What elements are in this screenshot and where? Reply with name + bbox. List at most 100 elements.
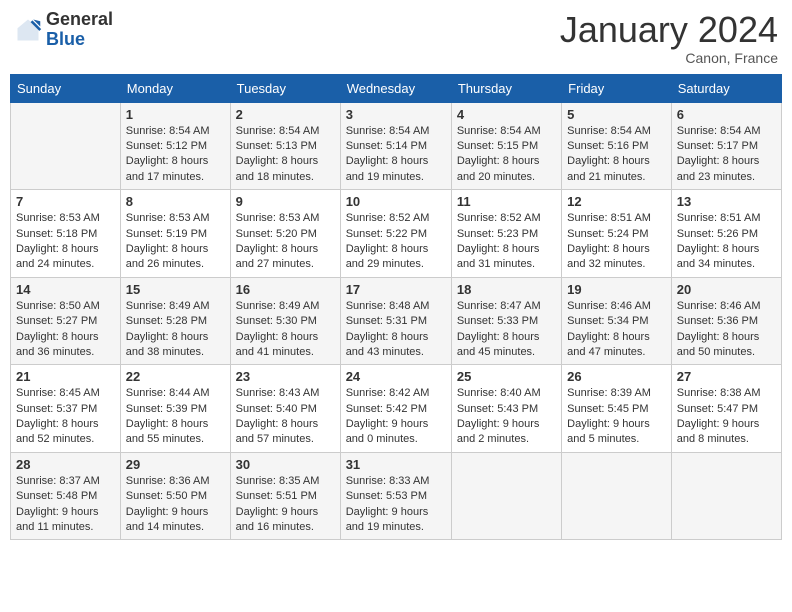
calendar-cell: 10 Sunrise: 8:52 AM Sunset: 5:22 PM Dayli…: [340, 190, 451, 278]
day-number: 22: [126, 369, 225, 384]
cell-content: Sunrise: 8:54 AM Sunset: 5:16 PM Dayligh…: [567, 124, 666, 186]
header-day-monday: Monday: [120, 74, 230, 102]
day-number: 3: [346, 107, 446, 122]
logo-text: General Blue: [46, 10, 113, 50]
cell-content: Sunrise: 8:50 AM Sunset: 5:27 PM Dayligh…: [16, 299, 115, 361]
cell-content: Sunrise: 8:54 AM Sunset: 5:17 PM Dayligh…: [677, 124, 776, 186]
day-number: 7: [16, 194, 115, 209]
day-number: 17: [346, 282, 446, 297]
header-row: SundayMondayTuesdayWednesdayThursdayFrid…: [11, 74, 782, 102]
calendar-cell: 12 Sunrise: 8:51 AM Sunset: 5:24 PM Dayli…: [562, 190, 672, 278]
cell-content: Sunrise: 8:38 AM Sunset: 5:47 PM Dayligh…: [677, 386, 776, 448]
cell-content: Sunrise: 8:44 AM Sunset: 5:39 PM Dayligh…: [126, 386, 225, 448]
day-number: 8: [126, 194, 225, 209]
calendar-cell: 3 Sunrise: 8:54 AM Sunset: 5:14 PM Daylig…: [340, 102, 451, 190]
week-row-5: 28 Sunrise: 8:37 AM Sunset: 5:48 PM Dayli…: [11, 452, 782, 540]
calendar-cell: 16Sunrise: 8:49 AM Sunset: 5:30 PM Dayli…: [230, 277, 340, 365]
calendar-cell: 2 Sunrise: 8:54 AM Sunset: 5:13 PM Daylig…: [230, 102, 340, 190]
calendar-cell: 18 Sunrise: 8:47 AM Sunset: 5:33 PM Dayli…: [451, 277, 561, 365]
header-day-saturday: Saturday: [671, 74, 781, 102]
cell-content: Sunrise: 8:54 AM Sunset: 5:13 PM Dayligh…: [236, 124, 335, 186]
day-number: 28: [16, 457, 115, 472]
location-subtitle: Canon, France: [560, 50, 778, 66]
calendar-body: 1 Sunrise: 8:54 AM Sunset: 5:12 PM Daylig…: [11, 102, 782, 540]
month-year-title: January 2024: [560, 10, 778, 50]
week-row-3: 14 Sunrise: 8:50 AM Sunset: 5:27 PM Dayli…: [11, 277, 782, 365]
day-number: 1: [126, 107, 225, 122]
cell-content: Sunrise: 8:54 AM Sunset: 5:14 PM Dayligh…: [346, 124, 446, 186]
week-row-4: 21 Sunrise: 8:45 AM Sunset: 5:37 PM Dayli…: [11, 365, 782, 453]
day-number: 11: [457, 194, 556, 209]
day-number: 31: [346, 457, 446, 472]
day-number: 4: [457, 107, 556, 122]
day-number: 23: [236, 369, 335, 384]
day-number: 10: [346, 194, 446, 209]
logo-general-text: General: [46, 10, 113, 30]
calendar-cell: 29 Sunrise: 8:36 AM Sunset: 5:50 PM Dayli…: [120, 452, 230, 540]
calendar-cell: 25Sunrise: 8:40 AM Sunset: 5:43 PM Dayli…: [451, 365, 561, 453]
cell-content: Sunrise: 8:49 AM Sunset: 5:28 PM Dayligh…: [126, 299, 225, 361]
cell-content: Sunrise: 8:40 AM Sunset: 5:43 PM Dayligh…: [457, 386, 556, 448]
day-number: 2: [236, 107, 335, 122]
calendar-cell: 13Sunrise: 8:51 AM Sunset: 5:26 PM Dayli…: [671, 190, 781, 278]
week-row-2: 7 Sunrise: 8:53 AM Sunset: 5:18 PM Daylig…: [11, 190, 782, 278]
calendar-cell: 9Sunrise: 8:53 AM Sunset: 5:20 PM Daylig…: [230, 190, 340, 278]
day-number: 26: [567, 369, 666, 384]
day-number: 21: [16, 369, 115, 384]
cell-content: Sunrise: 8:54 AM Sunset: 5:12 PM Dayligh…: [126, 124, 225, 186]
day-number: 12: [567, 194, 666, 209]
cell-content: Sunrise: 8:35 AM Sunset: 5:51 PM Dayligh…: [236, 474, 335, 536]
day-number: 13: [677, 194, 776, 209]
header-day-wednesday: Wednesday: [340, 74, 451, 102]
calendar-cell: 14 Sunrise: 8:50 AM Sunset: 5:27 PM Dayli…: [11, 277, 121, 365]
day-number: 30: [236, 457, 335, 472]
header-day-tuesday: Tuesday: [230, 74, 340, 102]
day-number: 18: [457, 282, 556, 297]
cell-content: Sunrise: 8:47 AM Sunset: 5:33 PM Dayligh…: [457, 299, 556, 361]
calendar-cell: 19Sunrise: 8:46 AM Sunset: 5:34 PM Dayli…: [562, 277, 672, 365]
cell-content: Sunrise: 8:42 AM Sunset: 5:42 PM Dayligh…: [346, 386, 446, 448]
day-number: 19: [567, 282, 666, 297]
calendar-cell: 15 Sunrise: 8:49 AM Sunset: 5:28 PM Dayli…: [120, 277, 230, 365]
cell-content: Sunrise: 8:51 AM Sunset: 5:24 PM Dayligh…: [567, 211, 666, 273]
calendar-cell: 1 Sunrise: 8:54 AM Sunset: 5:12 PM Daylig…: [120, 102, 230, 190]
cell-content: Sunrise: 8:43 AM Sunset: 5:40 PM Dayligh…: [236, 386, 335, 448]
cell-content: Sunrise: 8:53 AM Sunset: 5:18 PM Dayligh…: [16, 211, 115, 273]
calendar-cell: 8Sunrise: 8:53 AM Sunset: 5:19 PM Daylig…: [120, 190, 230, 278]
week-row-1: 1 Sunrise: 8:54 AM Sunset: 5:12 PM Daylig…: [11, 102, 782, 190]
calendar-cell: 4 Sunrise: 8:54 AM Sunset: 5:15 PM Daylig…: [451, 102, 561, 190]
header-day-thursday: Thursday: [451, 74, 561, 102]
calendar-cell: 21 Sunrise: 8:45 AM Sunset: 5:37 PM Dayli…: [11, 365, 121, 453]
cell-content: Sunrise: 8:39 AM Sunset: 5:45 PM Dayligh…: [567, 386, 666, 448]
cell-content: Sunrise: 8:48 AM Sunset: 5:31 PM Dayligh…: [346, 299, 446, 361]
calendar-table: SundayMondayTuesdayWednesdayThursdayFrid…: [10, 74, 782, 541]
calendar-header: SundayMondayTuesdayWednesdayThursdayFrid…: [11, 74, 782, 102]
calendar-cell: 23 Sunrise: 8:43 AM Sunset: 5:40 PM Dayli…: [230, 365, 340, 453]
cell-content: Sunrise: 8:33 AM Sunset: 5:53 PM Dayligh…: [346, 474, 446, 536]
day-number: 15: [126, 282, 225, 297]
header-day-friday: Friday: [562, 74, 672, 102]
day-number: 27: [677, 369, 776, 384]
calendar-cell: 31 Sunrise: 8:33 AM Sunset: 5:53 PM Dayli…: [340, 452, 451, 540]
day-number: 14: [16, 282, 115, 297]
cell-content: Sunrise: 8:36 AM Sunset: 5:50 PM Dayligh…: [126, 474, 225, 536]
cell-content: Sunrise: 8:45 AM Sunset: 5:37 PM Dayligh…: [16, 386, 115, 448]
calendar-cell: [451, 452, 561, 540]
calendar-cell: 26 Sunrise: 8:39 AM Sunset: 5:45 PM Dayli…: [562, 365, 672, 453]
cell-content: Sunrise: 8:49 AM Sunset: 5:30 PM Dayligh…: [236, 299, 335, 361]
cell-content: Sunrise: 8:52 AM Sunset: 5:23 PM Dayligh…: [457, 211, 556, 273]
logo-icon: [14, 16, 42, 44]
calendar-cell: 24Sunrise: 8:42 AM Sunset: 5:42 PM Dayli…: [340, 365, 451, 453]
day-number: 9: [236, 194, 335, 209]
day-number: 6: [677, 107, 776, 122]
cell-content: Sunrise: 8:37 AM Sunset: 5:48 PM Dayligh…: [16, 474, 115, 536]
cell-content: Sunrise: 8:54 AM Sunset: 5:15 PM Dayligh…: [457, 124, 556, 186]
logo: General Blue: [14, 10, 113, 50]
cell-content: Sunrise: 8:52 AM Sunset: 5:22 PM Dayligh…: [346, 211, 446, 273]
day-number: 29: [126, 457, 225, 472]
calendar-cell: 5Sunrise: 8:54 AM Sunset: 5:16 PM Daylig…: [562, 102, 672, 190]
logo-blue-text: Blue: [46, 30, 113, 50]
calendar-cell: 22 Sunrise: 8:44 AM Sunset: 5:39 PM Dayli…: [120, 365, 230, 453]
calendar-cell: 20Sunrise: 8:46 AM Sunset: 5:36 PM Dayli…: [671, 277, 781, 365]
calendar-cell: 30 Sunrise: 8:35 AM Sunset: 5:51 PM Dayli…: [230, 452, 340, 540]
